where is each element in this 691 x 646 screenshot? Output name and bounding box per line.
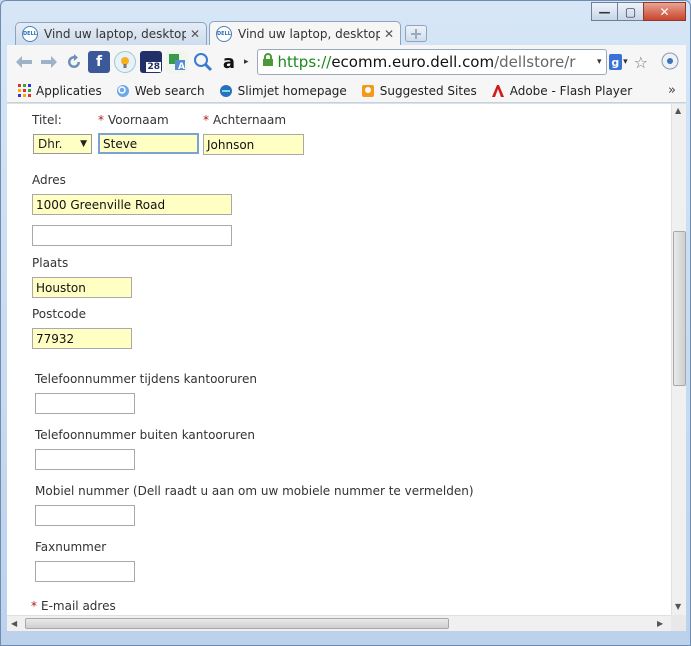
tab-1[interactable]: DELL Vind uw laptop, desktop, s ✕ [15, 22, 207, 45]
settings-gear-icon[interactable] [660, 51, 680, 74]
phone-home-input[interactable] [35, 449, 135, 470]
phone-work-label: Telefoonnummer tijdens kantooruren [35, 372, 257, 386]
scroll-right-arrow-icon[interactable]: ▶ [657, 619, 663, 628]
address-line2-input[interactable] [32, 225, 232, 246]
lastname-input[interactable]: Johnson [203, 134, 304, 155]
fax-label: Faxnummer [35, 540, 107, 554]
apps-grid-icon [17, 84, 31, 98]
email-label: * E-mail adres [31, 599, 116, 613]
vertical-scrollbar[interactable]: ▲ ▼ [671, 104, 686, 615]
scroll-down-arrow-icon[interactable]: ▼ [675, 602, 681, 611]
mobile-label: Mobiel nummer (Dell raadt u aan om uw mo… [35, 484, 474, 498]
window-controls: — ▢ ✕ [591, 2, 686, 21]
address-line1-input[interactable]: 1000 Greenville Road [32, 194, 232, 215]
amazon-icon[interactable]: a [218, 51, 240, 73]
slimjet-icon [219, 84, 233, 98]
forward-arrow-icon[interactable] [38, 51, 60, 73]
scrollbar-corner [671, 615, 686, 631]
city-input[interactable]: Houston [32, 277, 132, 298]
search-dropdown-icon[interactable]: ▾ [623, 57, 628, 67]
browser-window: — ▢ ✕ DELL Vind uw laptop, desktop, s ✕ … [0, 0, 691, 646]
firstname-label: * Voornaam [98, 113, 169, 127]
bookmark-web-search[interactable]: Web search [116, 84, 205, 98]
adobe-icon [491, 84, 505, 98]
reload-icon[interactable] [63, 51, 85, 73]
toolbar-overflow-arrow-icon[interactable]: ▸ [244, 57, 249, 67]
bookmark-slimjet-homepage[interactable]: Slimjet homepage [219, 84, 347, 98]
zoom-magnifier-icon[interactable] [192, 51, 214, 73]
tab-close-icon[interactable]: ✕ [384, 27, 394, 41]
mobile-input[interactable] [35, 505, 135, 526]
plus-icon [411, 28, 421, 39]
facebook-icon[interactable]: f [88, 51, 110, 73]
phone-home-label: Telefoonnummer buiten kantooruren [35, 428, 255, 442]
required-marker: * [31, 599, 37, 613]
required-marker: * [203, 113, 209, 127]
lastname-label: * Achternaam [203, 113, 287, 127]
bookmark-label: Slimjet homepage [237, 83, 347, 98]
title-label: Titel: [32, 113, 62, 127]
lock-icon [262, 53, 274, 71]
horizontal-scrollbar[interactable]: ◀ ▶ [7, 615, 671, 631]
bookmark-label: Adobe - Flash Player [509, 83, 633, 98]
postcode-label: Postcode [32, 307, 87, 321]
moon-calendar-icon[interactable]: 28 [140, 51, 162, 73]
city-label: Plaats [32, 256, 69, 270]
bookmark-star-icon[interactable]: ☆ [634, 53, 648, 72]
tab-2-active[interactable]: DELL Vind uw laptop, desktop, s ✕ [209, 21, 401, 45]
postcode-input[interactable]: 77932 [32, 328, 132, 349]
key-lightbulb-icon[interactable] [114, 51, 136, 73]
translate-icon[interactable]: A [166, 51, 188, 73]
bookmark-suggested-sites[interactable]: Suggested Sites [361, 84, 477, 98]
bookmark-label: Web search [134, 83, 205, 98]
tab-title: Vind uw laptop, desktop, s [238, 26, 380, 41]
new-tab-button[interactable] [405, 25, 427, 42]
scroll-left-arrow-icon[interactable]: ◀ [11, 619, 17, 628]
bookmark-applicaties[interactable]: Applicaties [17, 84, 102, 98]
dell-favicon-icon: DELL [22, 26, 38, 42]
address-bar[interactable]: https://ecomm.euro.dell.com/dellstore/r … [256, 49, 607, 75]
fax-input[interactable] [35, 561, 135, 582]
address-label: Adres [32, 173, 66, 187]
maximize-button[interactable]: ▢ [617, 2, 644, 21]
tab-title: Vind uw laptop, desktop, s [44, 27, 186, 41]
dell-favicon-icon: DELL [216, 25, 232, 42]
title-select[interactable]: Dhr. ▼ [33, 134, 92, 154]
bookmark-label: Suggested Sites [379, 83, 477, 98]
google-search-icon[interactable]: g [608, 54, 623, 70]
url-dropdown-icon[interactable]: ▾ [597, 57, 602, 67]
firstname-input[interactable]: Steve [98, 133, 199, 154]
tab-strip: DELL Vind uw laptop, desktop, s ✕ DELL V… [15, 21, 427, 45]
web-search-icon [116, 84, 130, 98]
svg-text:A: A [178, 62, 185, 71]
close-window-button[interactable]: ✕ [643, 2, 686, 21]
tab-close-icon[interactable]: ✕ [190, 27, 200, 41]
phone-work-input[interactable] [35, 393, 135, 414]
bookmark-adobe-flash[interactable]: Adobe - Flash Player [491, 83, 633, 98]
chevron-down-icon: ▼ [80, 139, 87, 149]
url-text: https://ecomm.euro.dell.com/dellstore/r [277, 53, 576, 71]
required-marker: * [98, 113, 104, 127]
page-content: Titel: * Voornaam * Achternaam Dhr. ▼ Stev… [7, 104, 671, 615]
bookmark-label: Applicaties [36, 83, 102, 98]
browser-toolbar: f 28 A a ▸ https://ecomm.euro.dell.com/d… [7, 45, 686, 79]
bookmarks-bar: Applicaties Web search Slimjet homepage … [7, 79, 686, 103]
back-arrow-icon[interactable] [13, 51, 35, 73]
vertical-scroll-thumb[interactable] [673, 231, 686, 386]
bookmarks-more-button[interactable]: » [668, 83, 676, 98]
minimize-button[interactable]: — [591, 2, 618, 21]
horizontal-scroll-thumb[interactable] [25, 618, 449, 629]
suggested-sites-icon [361, 84, 375, 98]
scroll-up-arrow-icon[interactable]: ▲ [675, 106, 681, 115]
